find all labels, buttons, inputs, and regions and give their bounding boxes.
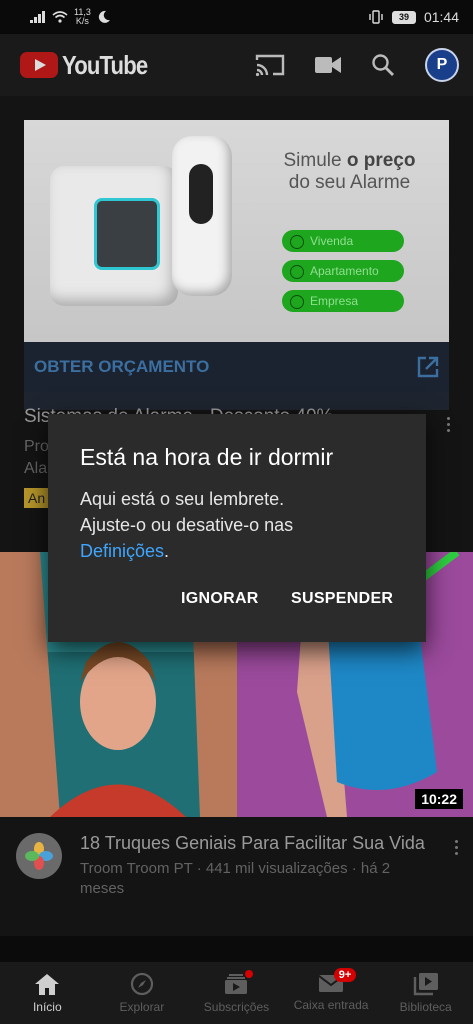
video-more-options-icon[interactable] [446,835,466,859]
troom-troom-logo-icon [25,842,53,870]
app-bar: YouTube P [0,34,473,96]
ignore-button[interactable]: IGNORAR [181,590,259,608]
open-external-icon[interactable] [417,356,439,378]
moon-icon [98,10,110,23]
nav-inbox[interactable]: 9+ Caixa entrada [284,962,379,1024]
app-bar-actions: P [255,48,459,82]
dialog-body-line3: Definições. [80,538,400,564]
video-meta[interactable]: 18 Truques Geniais Para Facilitar Sua Vi… [0,817,473,937]
account-avatar[interactable]: P [425,48,459,82]
wifi-icon [52,11,68,23]
nav-explore-label: Explorar [119,1000,165,1014]
ad-badge: An [24,488,50,508]
ad-image[interactable]: Simule o preço do seu Alarme Vivenda Apa… [24,120,449,342]
inbox-badge: 9+ [333,968,357,982]
camera-lens [189,164,213,224]
search-icon[interactable] [371,53,395,77]
dialog-body: Aqui está o seu lembrete. Ajuste-o ou de… [80,486,400,564]
ad-headline-bold: o preço [346,150,416,171]
ad-headline-part2: do seu Alarme [288,172,411,193]
nav-library-label: Biblioteca [399,1000,452,1014]
video-duration: 10:22 [415,789,463,809]
nav-home-label: Início [32,1000,62,1014]
nav-explore[interactable]: Explorar [95,962,190,1024]
snooze-button[interactable]: SUSPENDER [291,590,393,608]
nav-inbox-label: Caixa entrada [293,998,369,1012]
channel-avatar[interactable] [16,833,62,879]
dialog-title: Está na hora de ir dormir [80,444,334,470]
cast-icon[interactable] [255,53,285,77]
feed-divider [0,936,473,962]
status-left: 11,3 K/s [30,8,111,26]
ad-headline-part1: Simule [283,150,342,171]
compass-icon [130,972,153,996]
nav-subscriptions[interactable]: Subscrições [189,962,284,1024]
signal-icon [30,11,45,23]
ad-option-empresa: Empresa [282,290,404,312]
nav-home[interactable]: Início [0,962,95,1024]
nav-subscriptions-label: Subscrições [203,1000,270,1014]
youtube-logo[interactable]: YouTube [20,50,162,81]
bottom-nav: Início Explorar Subscrições 9+ Caixa ent… [0,962,473,1024]
library-icon [413,973,438,996]
subscriptions-new-dot [245,970,254,978]
ad-headline: Simule o preço do seu Alarme [262,150,437,194]
ad-cta-button[interactable]: OBTER ORÇAMENTO [34,357,209,377]
nav-library[interactable]: Biblioteca [378,962,473,1024]
motion-camera-image [172,136,232,296]
status-right: 39 01:44 [368,9,459,25]
ad-card[interactable]: Simule o preço do seu Alarme Vivenda Apa… [24,120,449,410]
ad-option-vivenda: Vivenda [282,230,404,252]
battery-icon: 39 [391,10,416,24]
camera-icon[interactable] [315,55,341,75]
status-bar: 11,3 K/s 39 01:44 [0,0,473,34]
dialog-body-suffix: . [164,541,170,561]
logo-text: YouTube [62,49,148,80]
dialog-body-line2: Ajuste-o ou desative-o nas [80,515,294,535]
video-subtitle: Troom Troom PT · 441 mil visualizações ·… [80,860,391,897]
bedtime-reminder-dialog: Está na hora de ir dormir Aqui está o se… [48,414,426,642]
ad-option-apartamento: Apartamento [282,260,404,282]
settings-link[interactable]: Definições [80,541,164,561]
alarm-panel-image [50,166,178,306]
network-speed-unit: K/s [75,16,89,26]
ad-cta-bar[interactable]: OBTER ORÇAMENTO [24,342,449,392]
home-icon [35,974,60,995]
status-time: 01:44 [423,9,459,25]
network-speed: 11,3 K/s [74,8,91,26]
youtube-play-icon [20,52,58,78]
ad-more-options-icon[interactable] [438,412,458,436]
dialog-body-line1: Aqui está o seu lembrete. [80,489,285,509]
alarm-keypad [94,198,160,270]
vibrate-icon [369,10,383,24]
video-title[interactable]: 18 Truques Geniais Para Facilitar Sua Vi… [80,833,440,854]
